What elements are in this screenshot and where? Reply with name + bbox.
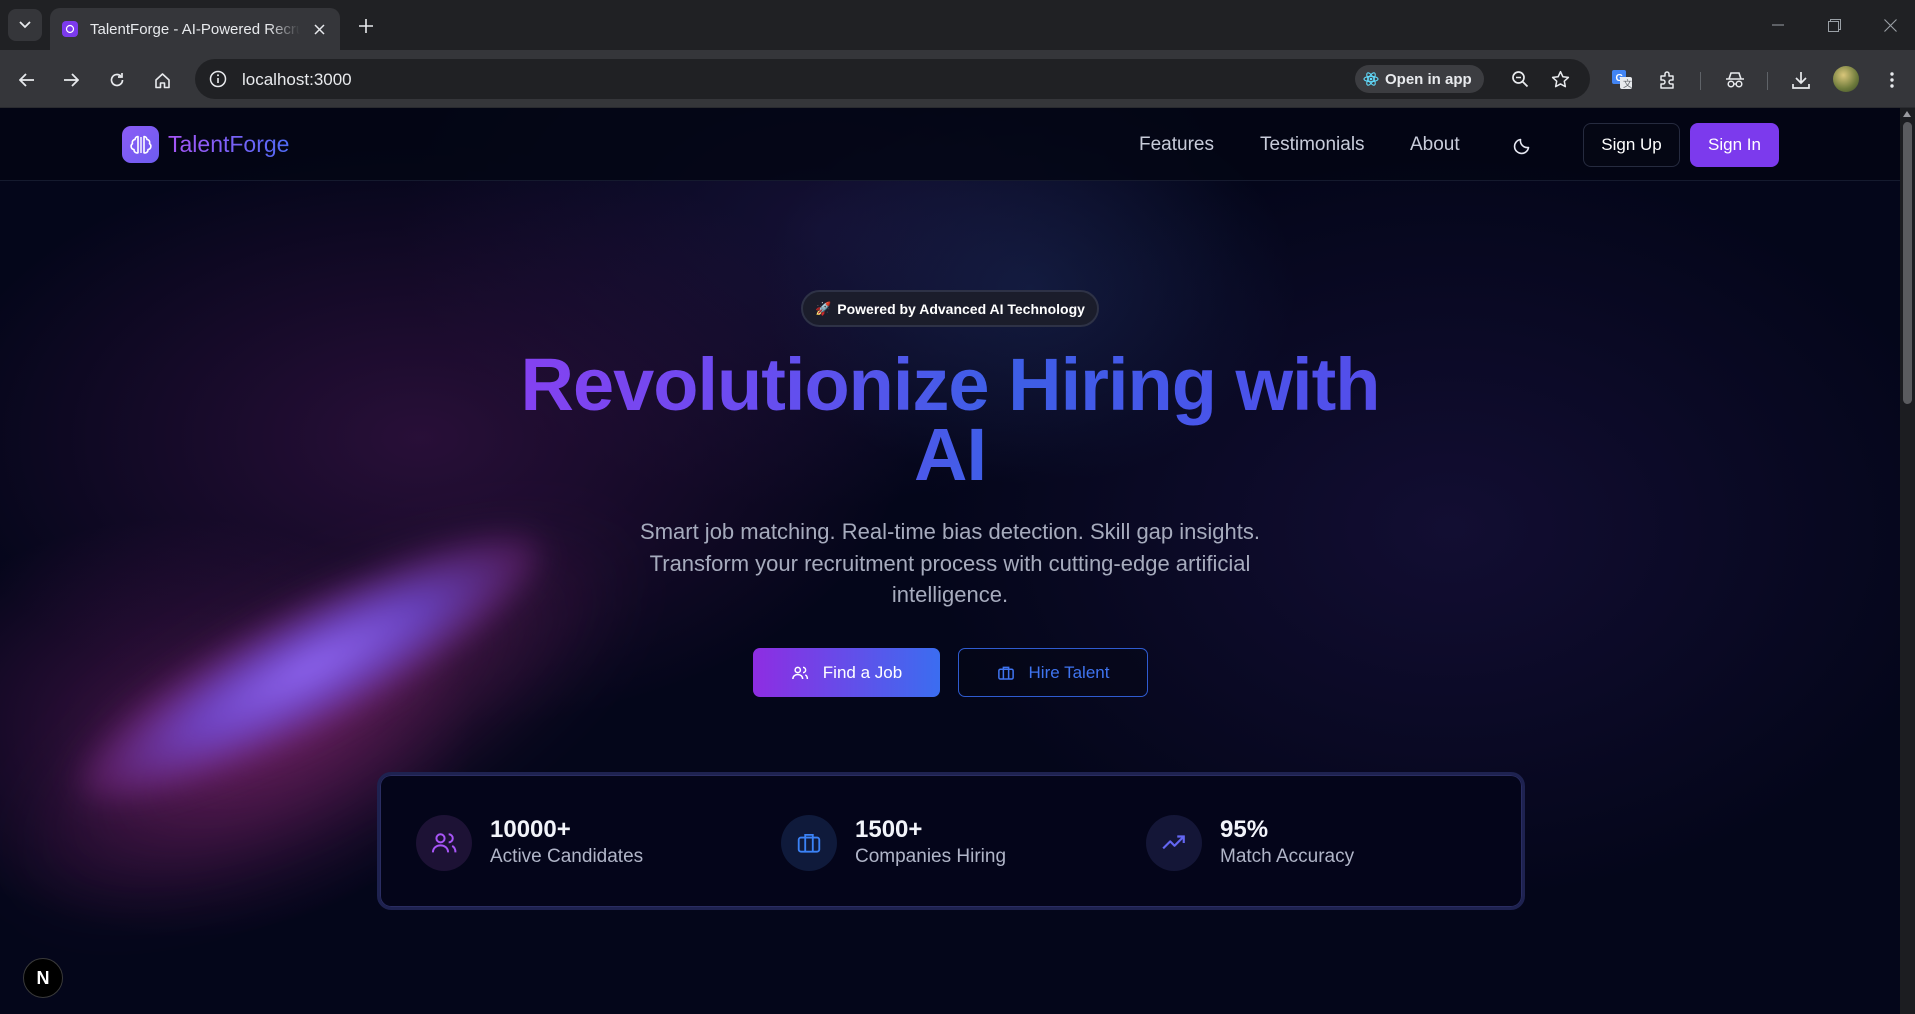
stat-label: Match Accuracy	[1220, 846, 1355, 867]
minimize-icon	[1772, 24, 1784, 26]
nextjs-dev-badge[interactable]: N	[23, 958, 63, 998]
users-icon	[416, 815, 472, 871]
hero-title-line2: AI	[914, 413, 986, 496]
briefcase-icon	[781, 815, 837, 871]
back-button[interactable]	[11, 64, 43, 96]
url-text[interactable]: localhost:3000	[242, 70, 352, 90]
favicon-icon	[62, 21, 78, 37]
reload-icon	[110, 73, 124, 87]
incognito-extension[interactable]	[1719, 64, 1751, 96]
zoom-button[interactable]	[1507, 66, 1533, 92]
find-a-job-button[interactable]: Find a Job	[753, 648, 940, 697]
ai-technology-badge: 🚀 Powered by Advanced AI Technology	[801, 290, 1099, 327]
badge-text: Powered by Advanced AI Technology	[837, 300, 1085, 317]
info-icon	[209, 70, 227, 88]
site-info-button[interactable]	[203, 64, 233, 94]
scrollbar-thumb[interactable]	[1903, 122, 1912, 404]
hire-talent-label: Hire Talent	[1028, 662, 1110, 682]
nav-link-features[interactable]: Features	[1139, 134, 1214, 156]
close-tab-icon[interactable]	[310, 20, 328, 38]
stat-match-accuracy: 95% Match Accuracy	[1146, 815, 1354, 871]
home-icon	[154, 72, 170, 88]
reload-button[interactable]	[101, 64, 133, 96]
sign-up-button[interactable]: Sign Up	[1583, 123, 1680, 167]
stat-label: Active Candidates	[490, 846, 644, 867]
nav-link-testimonials[interactable]: Testimonials	[1260, 134, 1365, 156]
tab-search-button[interactable]	[8, 9, 42, 41]
stat-active-candidates: 10000+ Active Candidates	[416, 815, 643, 871]
profile-avatar[interactable]	[1833, 66, 1859, 92]
browser-tabstrip: TalentForge - AI-Powered Recruitment	[0, 0, 1915, 50]
brand-logo-link[interactable]: TalentForge	[122, 126, 289, 163]
translate-extension[interactable]: G文	[1606, 64, 1638, 96]
hero-title: Revolutionize Hiring with AI	[460, 350, 1440, 490]
forward-button[interactable]	[55, 64, 87, 96]
hire-talent-button[interactable]: Hire Talent	[958, 648, 1148, 697]
download-icon	[1792, 72, 1810, 89]
downloads-button[interactable]	[1785, 64, 1817, 96]
chevron-down-icon	[19, 21, 31, 29]
user-icon	[791, 666, 808, 679]
find-a-job-label: Find a Job	[822, 662, 903, 682]
chrome-menu-button[interactable]	[1876, 64, 1908, 96]
brain-icon	[122, 126, 159, 163]
open-in-app-chip[interactable]: Open in app	[1355, 65, 1484, 93]
arrow-left-icon	[19, 73, 34, 87]
puzzle-icon	[1660, 71, 1674, 89]
site-header: TalentForge Features Testimonials About …	[0, 108, 1900, 181]
spy-icon	[1726, 72, 1744, 88]
bookmark-button[interactable]	[1547, 66, 1573, 92]
stat-label: Companies Hiring	[855, 846, 1007, 867]
star-icon	[1551, 70, 1569, 87]
page-scrollbar[interactable]	[1900, 108, 1915, 1014]
sign-in-button[interactable]: Sign In	[1690, 123, 1779, 167]
stat-value: 95%	[1220, 816, 1269, 843]
plus-icon	[359, 19, 373, 33]
browser-tab-active[interactable]: TalentForge - AI-Powered Recruitment	[50, 8, 340, 50]
toolbar-divider	[1700, 72, 1701, 90]
page-viewport: TalentForge Features Testimonials About …	[0, 108, 1900, 1014]
trending-up-icon	[1146, 815, 1202, 871]
close-window-button[interactable]	[1876, 12, 1904, 38]
address-bar[interactable]: localhost:3000 Open in app	[195, 59, 1590, 99]
home-button[interactable]	[146, 64, 178, 96]
react-icon	[1363, 72, 1379, 86]
minimize-button[interactable]	[1764, 12, 1792, 38]
stat-companies-hiring: 1500+ Companies Hiring	[781, 815, 1006, 871]
translate-icon: G文	[1612, 70, 1632, 89]
stat-value: 1500+	[855, 816, 923, 843]
stat-value: 10000+	[490, 816, 571, 843]
stats-panel: 10000+ Active Candidates 1500+ Companies…	[377, 772, 1525, 910]
restore-button[interactable]	[1820, 12, 1848, 38]
open-in-app-label: Open in app	[1385, 70, 1472, 88]
kebab-menu-icon	[1890, 72, 1894, 88]
brand-name: TalentForge	[168, 131, 290, 157]
rocket-icon: 🚀	[815, 300, 832, 316]
restore-icon	[1827, 18, 1841, 32]
scroll-up-arrow-icon[interactable]	[1903, 111, 1911, 117]
moon-icon	[1513, 138, 1530, 155]
nav-link-about[interactable]: About	[1410, 134, 1460, 156]
briefcase-icon	[997, 666, 1014, 680]
theme-toggle-button[interactable]	[1510, 134, 1534, 158]
new-tab-button[interactable]	[352, 12, 380, 40]
browser-toolbar: localhost:3000 Open in app G文	[0, 50, 1915, 108]
arrow-right-icon	[64, 73, 79, 87]
extensions-button[interactable]	[1652, 64, 1684, 96]
zoom-icon	[1512, 71, 1529, 88]
tab-title: TalentForge - AI-Powered Recruitment	[90, 20, 300, 38]
svg-text:文: 文	[1623, 78, 1632, 89]
close-icon	[1883, 18, 1897, 32]
hero-subtitle: Smart job matching. Real-time bias detec…	[640, 519, 1260, 607]
toolbar-divider	[1767, 72, 1768, 90]
